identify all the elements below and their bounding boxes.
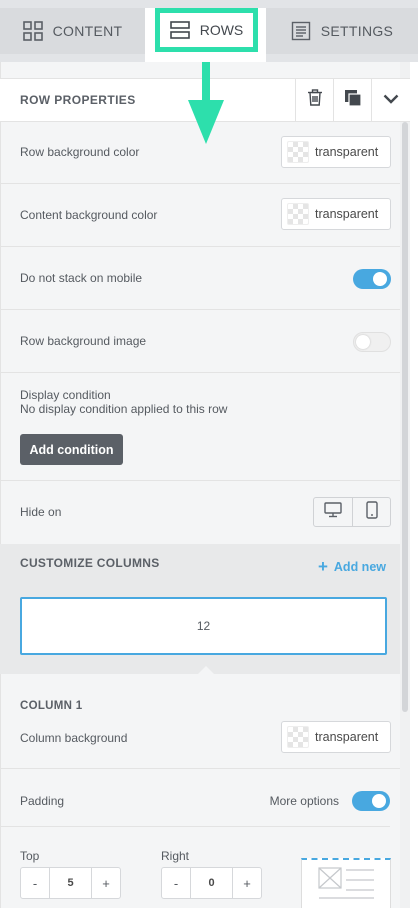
scrollbar-thumb[interactable] [402, 122, 408, 712]
tab-rows-label: ROWS [199, 22, 244, 38]
more-options-label: More options [269, 794, 339, 808]
column-background-color-picker[interactable]: transparent [281, 721, 391, 753]
collapse-button[interactable] [371, 79, 409, 121]
content-background-color-label: Content background color [20, 208, 158, 222]
padding-right-stepper: - 0 + [161, 867, 262, 899]
row-background-image-toggle[interactable] [353, 332, 391, 352]
tab-settings-label: SETTINGS [320, 23, 394, 39]
hide-on-desktop-button[interactable] [314, 498, 352, 526]
padding-top-decrement[interactable]: - [21, 868, 49, 898]
chevron-down-icon [383, 91, 399, 109]
row-background-color-value: transparent [315, 145, 379, 159]
padding-top-increment[interactable]: + [92, 868, 120, 898]
desktop-icon [324, 501, 342, 523]
plus-icon: + [317, 557, 328, 576]
toggle-knob [373, 272, 387, 286]
toggle-knob [372, 794, 386, 808]
customize-columns-title: CUSTOMIZE COLUMNS [20, 556, 160, 570]
more-options-toggle[interactable] [352, 791, 390, 811]
padding-right-value[interactable]: 0 [190, 868, 233, 898]
padding-right-label: Right [161, 849, 190, 863]
column-title: COLUMN 1 [20, 700, 83, 712]
trash-icon [307, 89, 323, 111]
padding-label: Padding [20, 794, 65, 808]
hide-on-row: Hide on [0, 481, 400, 544]
column-background-row: Column background transparent [0, 718, 400, 769]
padding-right-decrement[interactable]: - [162, 868, 190, 898]
transparent-swatch [287, 726, 309, 748]
duplicate-row-button[interactable] [333, 79, 371, 121]
padding-right-increment[interactable]: + [233, 868, 261, 898]
content-background-color-row: Content background color transparent [0, 184, 400, 247]
add-new-column-button[interactable]: + Add new [318, 557, 386, 577]
tab-settings[interactable]: SETTINGS [266, 8, 418, 54]
row-background-image-row: Row background image [0, 310, 400, 373]
image-placeholder-icon [318, 867, 374, 899]
tab-content[interactable]: CONTENT [0, 8, 145, 54]
do-not-stack-toggle[interactable] [353, 269, 391, 289]
hide-on-mobile-button[interactable] [352, 498, 390, 526]
display-condition-status: No display condition applied to this row [20, 402, 228, 416]
display-condition-row: Display condition No display condition a… [0, 373, 400, 481]
display-condition-label: Display condition [20, 388, 111, 402]
row-background-image-label: Row background image [20, 334, 147, 348]
mobile-icon [365, 500, 378, 524]
section-pointer [196, 666, 216, 676]
transparent-swatch [287, 203, 309, 225]
delete-row-button[interactable] [295, 79, 333, 121]
do-not-stack-row: Do not stack on mobile [0, 247, 400, 310]
tab-content-label: CONTENT [52, 23, 123, 39]
content-background-color-picker[interactable]: transparent [281, 198, 391, 230]
hide-on-label: Hide on [20, 505, 62, 519]
customize-columns-section: CUSTOMIZE COLUMNS + Add new 12 [0, 544, 400, 676]
toggle-knob [356, 335, 370, 349]
content-background-color-value: transparent [315, 207, 379, 221]
rows-icon [169, 20, 190, 40]
column-background-label: Column background [20, 731, 128, 745]
hide-on-device-group [313, 497, 391, 527]
duplicate-icon [344, 89, 362, 112]
add-condition-button[interactable]: Add condition [20, 434, 123, 465]
grid-icon [22, 21, 43, 41]
do-not-stack-label: Do not stack on mobile [20, 271, 143, 285]
row-background-color-picker[interactable]: transparent [281, 136, 391, 168]
arrow-down-icon [188, 62, 224, 144]
add-new-label: Add new [333, 560, 386, 574]
tab-rows[interactable]: ROWS [155, 8, 258, 52]
padding-preview [301, 858, 391, 908]
document-icon [291, 21, 311, 41]
padding-top-value[interactable]: 5 [49, 868, 92, 898]
column-layout-selector[interactable]: 12 [20, 597, 387, 655]
column-width-value: 12 [196, 619, 211, 633]
padding-row: Padding More options [0, 769, 390, 827]
row-background-color-label: Row background color [20, 145, 140, 159]
padding-top-label: Top [20, 849, 40, 863]
column-background-color-value: transparent [315, 730, 379, 744]
padding-top-stepper: - 5 + [20, 867, 121, 899]
transparent-swatch [287, 141, 309, 163]
row-properties-title: ROW PROPERTIES [20, 93, 136, 107]
